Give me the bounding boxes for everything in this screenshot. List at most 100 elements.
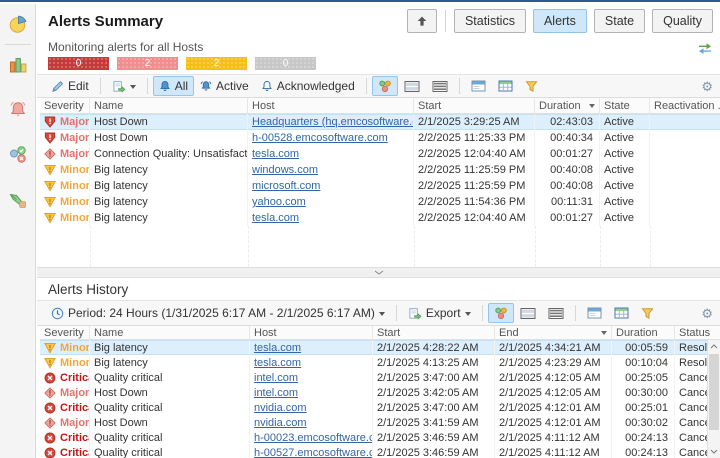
history-table-view-button[interactable] [608,304,635,322]
pie-chart-icon[interactable] [7,13,29,35]
history-row[interactable]: CriticalQuality criticalh-00023.emcosoft… [40,430,720,445]
export-menu-button[interactable] [106,77,142,96]
column-header-name[interactable]: Name [90,326,250,339]
column-header-duration[interactable]: Duration [612,326,675,339]
scroll-up-icon[interactable] [708,340,720,353]
history-row[interactable]: CriticalQuality criticalnvidia.com2/1/20… [40,400,720,415]
host-link[interactable]: intel.com [254,372,298,384]
history-row[interactable]: CriticalQuality criticalintel.com2/1/202… [40,370,720,385]
column-header-duration[interactable]: Duration [535,98,600,113]
nav-button-state[interactable]: State [594,9,645,33]
column-header-severity[interactable]: Severity [40,98,90,113]
summary-row[interactable]: MinorBig latencymicrosoft.com2/2/2025 11… [40,178,720,194]
settings-gear-icon[interactable]: ⚙ [701,80,713,93]
column-header-state[interactable]: State [600,98,650,113]
host-link[interactable]: microsoft.com [252,180,320,192]
quality-brush-icon[interactable] [7,189,29,211]
severity-cell: Critical [40,445,90,458]
host-link[interactable]: yahoo.com [252,196,306,208]
host-link[interactable]: nvidia.com [254,417,307,429]
column-header-end[interactable]: End [495,326,612,339]
duration-cell: 00:30:02 [612,415,675,430]
host-state-icon[interactable] [7,144,29,166]
nav-button-statistics[interactable]: Statistics [454,9,526,33]
severity-critical-circle-icon [44,432,56,444]
table-view-icon [614,307,629,319]
period-button[interactable]: Period: 24 Hours (1/31/2025 6:17 AM - 2/… [45,303,391,323]
panel-splitter[interactable] [37,267,720,278]
edit-button[interactable]: Edit [45,76,95,96]
host-link[interactable]: tesla.com [252,148,299,160]
summary-row[interactable]: MinorBig latencytesla.com2/2/2025 12:04:… [40,210,720,226]
host-link[interactable]: nvidia.com [254,402,307,414]
filter-funnel-button[interactable] [519,77,544,96]
severity-latency-triangle-icon [44,357,56,369]
column-header-host[interactable]: Host [250,326,373,339]
alert-name-cell: Big latency [90,194,248,210]
filter-all-button[interactable]: All [153,76,194,96]
host-link[interactable]: h-00023.emcosoftware.com [254,432,373,444]
host-link[interactable]: h-00527.emcosoftware.com [254,447,373,458]
summary-row[interactable]: MajorHost DownHeadquarters (hq.emcosoftw… [40,114,720,130]
history-row[interactable]: MajorHost Downnvidia.com2/1/2025 3:41:59… [40,415,720,430]
column-header-name[interactable]: Name [90,98,248,113]
host-link[interactable]: Headquarters (hq.emcosoftware.com) [252,116,414,128]
alert-type-dots-toggle[interactable] [372,76,398,96]
duration-cell: 00:40:08 [535,178,600,194]
alert-name-cell: Quality critical [90,430,250,445]
column-header-status[interactable]: Status [675,326,720,339]
table-view-button[interactable] [492,77,519,95]
filter-active-button[interactable]: Active [194,76,255,96]
host-link[interactable]: tesla.com [254,342,301,354]
column-guide [650,226,651,267]
duration-cell: 00:01:27 [535,146,600,162]
column-header-start[interactable]: Start [414,98,535,113]
severity-label: Major [60,116,89,128]
host-link[interactable]: intel.com [254,387,298,399]
history-row[interactable]: CriticalQuality criticalh-00527.emcosoft… [40,445,720,458]
history-row[interactable]: MinorBig latencytesla.com2/1/2025 4:13:2… [40,355,720,370]
list-layout-toggle[interactable] [426,77,454,96]
history-scrollbar[interactable] [707,340,720,458]
alert-name-cell: Host Down [90,130,248,146]
bar-chart-icon[interactable] [7,54,29,76]
host-link[interactable]: tesla.com [254,357,301,369]
history-export-button[interactable]: Export [402,303,477,323]
severity-label: Critical [60,372,90,384]
host-link[interactable]: h-00528.emcosoftware.com [252,132,388,144]
summary-row[interactable]: MajorHost Downh-00528.emcosoftware.com2/… [40,130,720,146]
filter-acknowledged-button[interactable]: Acknowledged [255,76,361,96]
nav-button-quality[interactable]: Quality [652,9,713,33]
severity-cell: Minor [40,355,90,370]
row-layout-toggle[interactable] [398,77,426,96]
history-alert-dots-toggle[interactable] [488,303,514,323]
column-header-start[interactable]: Start [373,326,495,339]
history-row[interactable]: MinorBig latencytesla.com2/1/2025 4:28:2… [40,340,720,355]
card-view-button[interactable] [465,77,492,95]
summary-row[interactable]: MinorBig latencywindows.com2/2/2025 11:2… [40,162,720,178]
up-arrow-button[interactable] [407,9,437,33]
alerts-bell-icon[interactable] [7,99,29,121]
history-row-layout-toggle[interactable] [514,304,542,323]
column-header-host[interactable]: Host [248,98,414,113]
host-link[interactable]: windows.com [252,164,318,176]
host-link[interactable]: tesla.com [252,212,299,224]
history-list-layout-toggle[interactable] [542,304,570,323]
column-header-severity[interactable]: Severity [40,326,90,339]
history-card-view-button[interactable] [581,304,608,322]
summary-row[interactable]: MinorBig latencyyahoo.com2/2/2025 11:54:… [40,194,720,210]
filter-active-label: Active [216,79,249,93]
scroll-down-icon[interactable] [708,445,720,458]
export-label: Export [426,306,461,320]
severity-label: Major [60,417,89,429]
column-header-reactivation[interactable]: Reactivation ... [650,98,720,113]
up-arrow-icon [416,15,428,27]
duration-cell: 00:11:31 [535,194,600,210]
nav-button-alerts[interactable]: Alerts [533,9,587,33]
history-filter-funnel-button[interactable] [635,304,660,323]
summary-row[interactable]: MajorConnection Quality: Unsatisfactoryt… [40,146,720,162]
swap-arrows-icon[interactable] [697,41,715,57]
settings-gear-icon[interactable]: ⚙ [701,307,713,320]
history-row[interactable]: MajorHost Downintel.com2/1/2025 3:42:05 … [40,385,720,400]
scrollbar-thumb[interactable] [709,354,719,430]
